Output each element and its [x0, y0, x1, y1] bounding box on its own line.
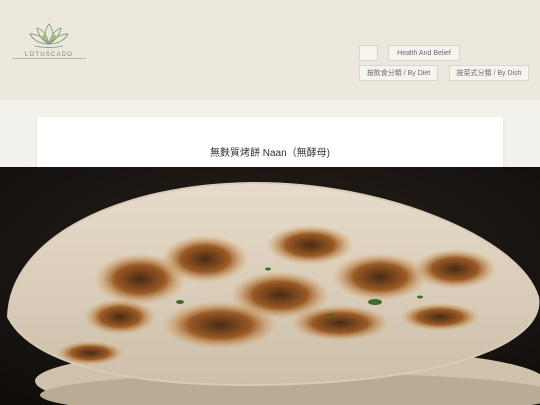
site-header: LOTUSCADO Health And Belief 按飲食分類 / By D… — [0, 0, 540, 100]
nav-blank-button[interactable] — [359, 45, 378, 61]
post-title: 無麩質烤餅 Naan（無酵母) — [209, 148, 330, 159]
nav-by-dish[interactable]: 按菜式分類 / By Dish — [449, 65, 529, 81]
naan-bread-photo-icon — [0, 167, 540, 405]
lotus-logo-icon — [29, 23, 69, 48]
hero-image — [0, 167, 540, 405]
site-logo[interactable]: LOTUSCADO — [12, 20, 86, 58]
nav-by-diet[interactable]: 按飲食分類 / By Diet — [359, 65, 438, 81]
logo-divider — [12, 58, 86, 59]
nav-health-belief[interactable]: Health And Belief — [388, 45, 460, 61]
